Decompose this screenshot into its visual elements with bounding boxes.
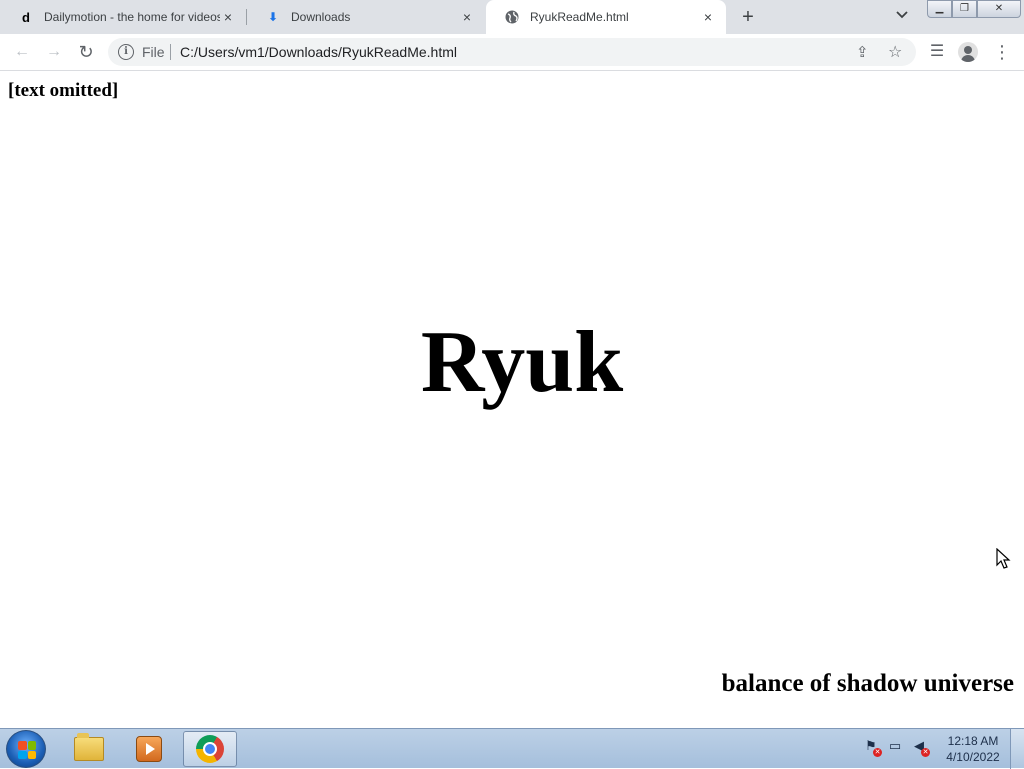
scheme-label: File [142,44,165,60]
tab-title: Downloads [291,10,351,24]
windows-logo-icon [18,741,36,759]
network-icon[interactable]: ▭ [886,737,904,755]
show-desktop-button[interactable] [1010,729,1024,769]
profile-avatar-icon[interactable] [958,42,978,62]
taskbar-clock[interactable]: 12:18 AM 4/10/2022 [940,733,1006,765]
close-tab-icon[interactable]: × [700,9,716,25]
reload-icon[interactable]: ↻ [76,42,96,62]
media-player-icon[interactable] [122,731,176,767]
tab-ryukreadme[interactable]: RyukReadMe.html × [486,0,726,34]
reading-list-icon[interactable]: ☰ [927,42,947,62]
windows-explorer-icon[interactable] [62,731,116,767]
share-icon[interactable]: ⇪ [856,43,869,61]
chrome-icon[interactable] [183,731,237,767]
page-bottom-text: balance of shadow universe [721,670,1014,697]
forward-arrow-icon[interactable]: → [44,42,64,62]
mouse-pointer-icon [996,548,1011,569]
close-window-button[interactable]: ✕ [977,0,1021,18]
system-tray: ⚑ ✕ ▭ ◀ ✕ [862,737,930,757]
site-info-icon[interactable]: i [118,44,134,60]
close-tab-icon[interactable]: × [459,9,475,25]
maximize-button[interactable]: ❐ [952,0,977,18]
minimize-button[interactable]: ▁ [927,0,952,18]
browser-toolbar: ← → ↻ i File C:/Users/vm1/Downloads/Ryuk… [0,34,1024,71]
tab-title: RyukReadMe.html [530,10,629,24]
volume-muted-icon[interactable]: ◀ ✕ [910,737,930,757]
close-tab-icon[interactable]: × [220,9,236,25]
tab-downloads[interactable]: ⬇ Downloads × [247,0,485,34]
clock-date: 4/10/2022 [946,750,1000,764]
back-arrow-icon[interactable]: ← [12,42,32,62]
tab-title: Dailymotion - the home for videos [44,10,220,24]
tab-search-chevron-icon[interactable] [896,8,908,22]
action-center-flag-icon[interactable]: ⚑ ✕ [862,737,882,757]
download-icon: ⬇ [267,10,279,24]
dailymotion-favicon-icon: d [22,9,30,25]
tab-strip: d Dailymotion - the home for videos × ⬇ … [0,0,1024,34]
new-tab-button[interactable]: + [736,5,760,29]
windows-taskbar: ⚑ ✕ ▭ ◀ ✕ 12:18 AM 4/10/2022 [0,728,1024,769]
bookmark-star-icon[interactable]: ☆ [888,42,902,62]
page-title: Ryuk [420,314,624,411]
page-top-text: [text omitted] [8,80,119,101]
window-controls: ▁ ❐ ✕ [927,0,1021,18]
tab-dailymotion[interactable]: d Dailymotion - the home for videos × [0,0,246,34]
address-bar[interactable]: i File C:/Users/vm1/Downloads/RyukReadMe… [108,38,916,66]
menu-kebab-icon[interactable]: ⋮ [992,42,1012,62]
start-button[interactable] [6,730,46,768]
omnibox-divider [170,44,171,60]
globe-icon [504,9,520,25]
clock-time: 12:18 AM [947,734,999,748]
url-text[interactable]: C:/Users/vm1/Downloads/RyukReadMe.html [180,44,457,60]
page-content: [text omitted] Ryuk balance of shadow un… [0,72,1024,728]
